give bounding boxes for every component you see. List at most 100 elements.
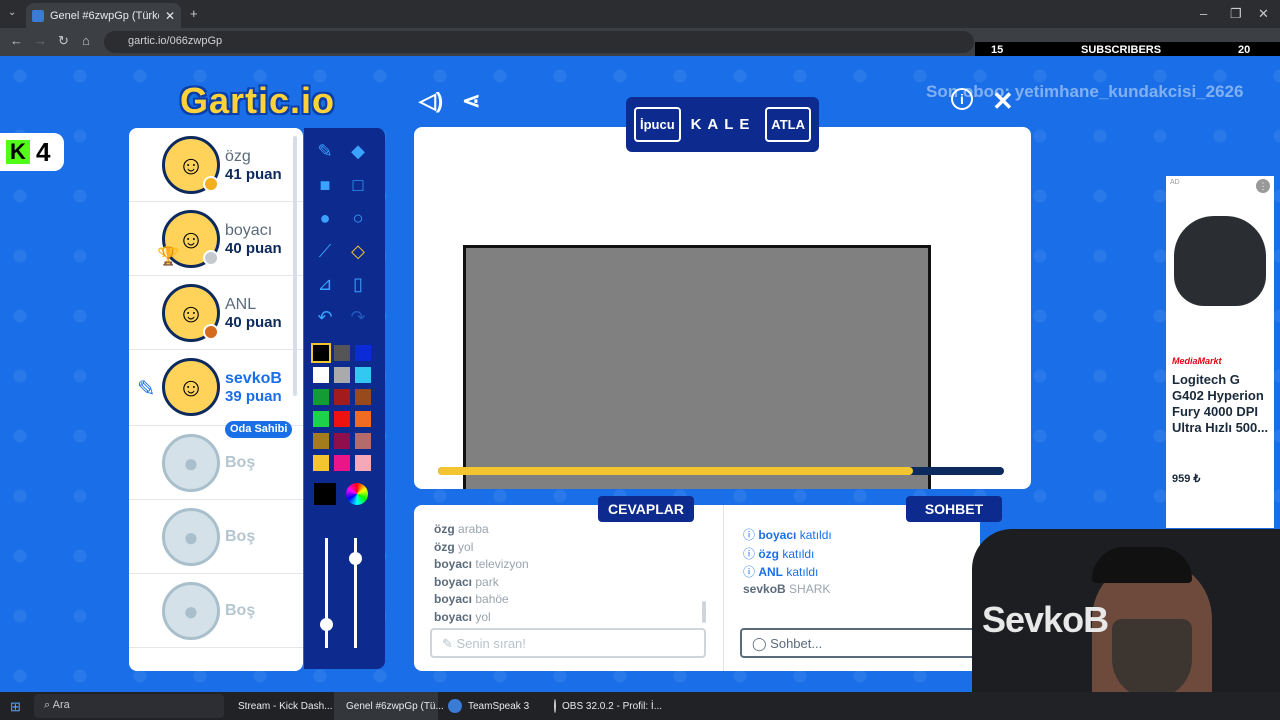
kick-badge: K 4 — [0, 133, 64, 171]
eraser-icon[interactable]: ◆ — [345, 138, 371, 164]
answer-text: yol — [475, 609, 491, 624]
close-tab-icon[interactable]: ✕ — [165, 9, 175, 23]
player-score: 41 puan — [225, 166, 282, 183]
answer-input[interactable]: ✎ Senin sıran! — [430, 628, 706, 658]
filled-rect-icon[interactable]: ■ — [312, 172, 338, 198]
hint-button[interactable]: İpucu — [634, 107, 681, 142]
taskbar-label: TeamSpeak 3 — [468, 700, 530, 712]
empty-avatar-icon: ● — [162, 582, 220, 640]
filled-circle-icon[interactable]: ● — [312, 205, 338, 231]
color-swatch[interactable] — [334, 455, 350, 471]
chat-placeholder: Sohbet... — [770, 636, 823, 651]
reload-icon[interactable]: ↻ — [58, 33, 69, 49]
chat-message: ⓘ özg katıldı — [743, 545, 814, 562]
color-swatch[interactable] — [355, 433, 371, 449]
color-swatch[interactable] — [355, 411, 371, 427]
left-count: 15 — [991, 44, 1004, 56]
color-swatch[interactable] — [355, 389, 371, 405]
eyedropper-icon[interactable]: ⊿ — [312, 271, 338, 297]
drawing-canvas[interactable] — [414, 127, 1031, 489]
player-list-scrollbar[interactable] — [293, 136, 297, 396]
slider-handle[interactable] — [349, 552, 362, 565]
taskbar-item[interactable]: Stream - Kick Dash... — [226, 692, 334, 720]
ad-label: AD — [1170, 179, 1180, 186]
ad-brand: MediaMarkt — [1172, 356, 1222, 366]
taskbar-item[interactable]: TeamSpeak 3 — [442, 692, 546, 720]
close-window-icon[interactable]: ✕ — [1258, 6, 1269, 22]
answers-panel: özg araba özg yol boyacı televizyon boyacı … — [414, 505, 723, 671]
player-row[interactable]: ☺ özg 41 puan — [129, 128, 303, 202]
answer-item: boyacı bahöe — [434, 592, 509, 606]
color-swatch[interactable] — [313, 411, 329, 427]
back-icon[interactable]: ← — [10, 33, 23, 48]
current-color-swatch[interactable] — [314, 483, 336, 505]
brush-size-slider[interactable] — [320, 538, 333, 648]
answer-text: yol — [458, 539, 474, 554]
minimize-icon[interactable]: – — [1200, 6, 1207, 21]
teamspeak-icon — [448, 699, 462, 713]
chat-text: katıldı — [799, 528, 832, 542]
color-swatch[interactable] — [334, 389, 350, 405]
color-swatch[interactable] — [313, 367, 329, 383]
forward-icon[interactable]: → — [34, 33, 47, 48]
color-swatch[interactable] — [355, 367, 371, 383]
drawn-rectangle — [463, 245, 931, 489]
pencil-icon[interactable]: ✎ — [312, 138, 338, 164]
info-icon: ⓘ — [743, 565, 759, 579]
player-name: sevkoB — [225, 370, 282, 387]
slider-handle[interactable] — [320, 618, 333, 631]
browser-tab[interactable]: Genel #6zwpGp (Türkçe) - Gartic ✕ — [26, 3, 181, 28]
color-swatch[interactable] — [334, 367, 350, 383]
color-swatch[interactable] — [313, 433, 329, 449]
kick-count: 4 — [36, 136, 51, 167]
taskbar-item[interactable]: OBS 32.0.2 - Profil: İ... — [548, 692, 662, 720]
color-swatch[interactable] — [334, 345, 350, 361]
player-row[interactable]: ☺ 🏆 boyacı 40 puan — [129, 202, 303, 276]
info-icon[interactable]: i — [951, 88, 973, 110]
fill-bucket-icon[interactable]: ◇ — [345, 238, 371, 264]
redo-icon[interactable]: ↷ — [345, 304, 371, 330]
taskbar-search[interactable]: ⌕ Ara — [34, 694, 224, 718]
circle-outline-icon[interactable]: ○ — [345, 205, 371, 231]
taskbar-item[interactable]: Genel #6zwpGp (Tü... — [334, 692, 444, 720]
exit-icon[interactable]: ✕ — [992, 86, 1014, 117]
chat-title: SOHBET — [906, 496, 1002, 522]
color-swatch[interactable] — [355, 345, 371, 361]
taskbar: ⊞ ⌕ Ara Stream - Kick Dash... Genel #6zw… — [0, 692, 1280, 720]
chat-text: katıldı — [786, 565, 819, 579]
pencil-icon: ✎ — [442, 636, 457, 651]
chat-input[interactable]: ◯ Sohbet... — [740, 628, 990, 658]
taskbar-label: Stream - Kick Dash... — [238, 700, 333, 712]
chat-user: boyacı — [758, 528, 797, 542]
color-swatch[interactable] — [313, 455, 329, 471]
color-swatch[interactable] — [334, 411, 350, 427]
color-swatch[interactable] — [355, 455, 371, 471]
undo-icon[interactable]: ↶ — [312, 304, 338, 330]
share-icon[interactable]: ⋖ — [462, 88, 480, 114]
webcam-logo: SevkoB — [982, 599, 1109, 640]
color-wheel-icon[interactable] — [346, 483, 368, 505]
color-swatch[interactable] — [311, 343, 331, 363]
answers-scrollbar[interactable] — [702, 601, 706, 623]
windows-start-icon[interactable]: ⊞ — [10, 699, 21, 715]
ad-panel[interactable]: AD ⋮ MediaMarkt Logitech G G402 Hyperion… — [1166, 176, 1274, 528]
empty-label: Boş — [225, 528, 256, 545]
new-page-icon[interactable]: ▯ — [345, 271, 371, 297]
player-row[interactable]: ☺ ANL 40 puan — [129, 276, 303, 350]
skip-button[interactable]: ATLA — [765, 107, 811, 142]
rect-outline-icon[interactable]: □ — [345, 172, 371, 198]
address-bar[interactable]: gartic.io/066zwpGp — [104, 31, 974, 53]
line-icon[interactable]: ⟋ — [312, 238, 338, 264]
sound-icon[interactable]: ◁) — [419, 88, 443, 114]
home-icon[interactable]: ⌂ — [82, 33, 90, 48]
answer-item: boyacı televizyon — [434, 557, 529, 571]
ad-menu-icon[interactable]: ⋮ — [1256, 179, 1270, 193]
opacity-slider[interactable] — [349, 538, 362, 648]
url-text: gartic.io/066zwpGp — [128, 35, 223, 47]
restore-icon[interactable]: ❐ — [1230, 6, 1242, 22]
color-swatch[interactable] — [313, 389, 329, 405]
drawing-toolbar: ✎ ◆ ■ □ ● ○ ⟋ ◇ ⊿ ▯ ↶ ↷ — [304, 128, 385, 669]
color-swatch[interactable] — [334, 433, 350, 449]
new-tab-icon[interactable]: + — [190, 6, 198, 21]
tab-list-icon[interactable]: ⌄ — [8, 7, 16, 18]
